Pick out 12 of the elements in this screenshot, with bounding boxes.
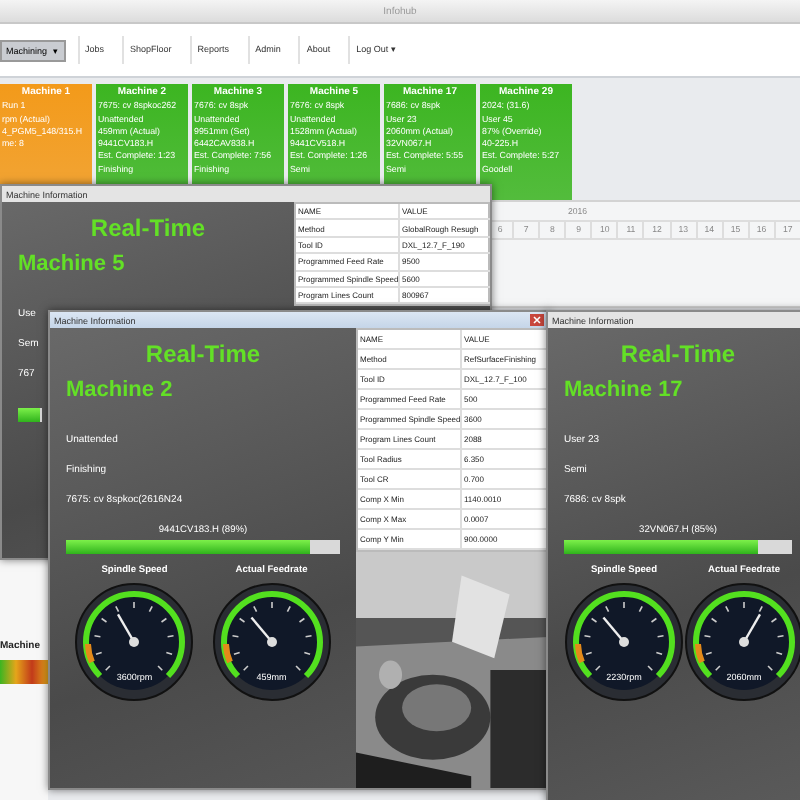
status-strip xyxy=(0,660,48,684)
machine-name: Machine 5 xyxy=(18,252,127,276)
realtime-heading: Real-Time xyxy=(143,340,263,368)
realtime-heading: Real-Time xyxy=(618,340,738,368)
machine-name: Machine 17 xyxy=(564,378,685,402)
close-icon[interactable] xyxy=(530,314,544,326)
gauge-dial xyxy=(564,582,684,702)
machine-name: Machine 2 xyxy=(66,378,175,402)
gauge-dial xyxy=(684,582,800,702)
gauge-dial xyxy=(211,582,332,702)
gauge-dial xyxy=(74,582,195,702)
realtime-heading: Real-Time xyxy=(88,214,208,242)
